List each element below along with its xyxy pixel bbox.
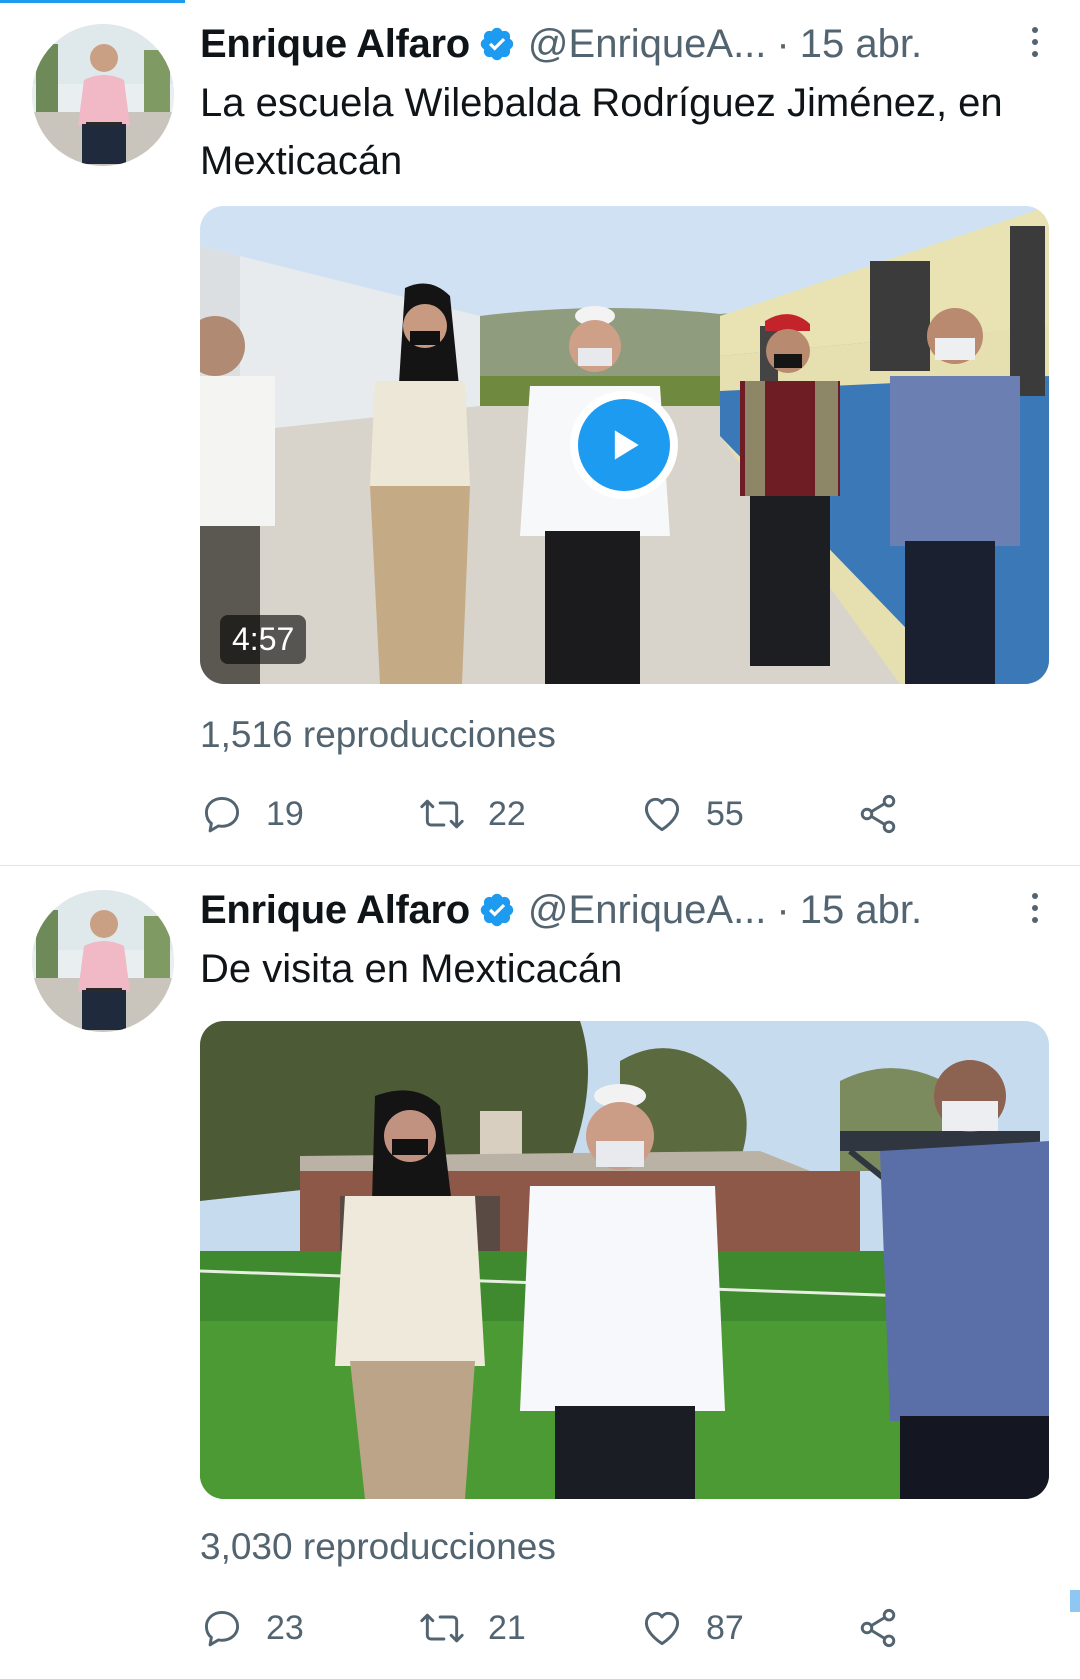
reply-count: 23	[266, 1608, 304, 1647]
avatar[interactable]	[32, 890, 174, 1032]
tweet-text: La escuela Wilebalda Rodríguez Jiménez, …	[200, 81, 1003, 183]
reply-icon	[204, 1610, 240, 1647]
video-player[interactable]: 4:57	[200, 206, 1049, 684]
share-icon	[860, 794, 896, 834]
tweet-header: Enrique Alfaro @EnriqueA... · 15 abr.	[200, 16, 1050, 72]
tweet-actions: 19 22 55	[200, 784, 920, 844]
retweet-icon	[420, 799, 464, 829]
tweet-header: Enrique Alfaro @EnriqueA... · 15 abr.	[200, 882, 1050, 938]
separator-dot: ·	[776, 22, 790, 66]
like-button[interactable]: 55	[640, 784, 744, 844]
user-handle[interactable]: @EnriqueA...	[528, 882, 767, 938]
play-button[interactable]	[570, 391, 678, 499]
tweet-actions: 23 21 87	[200, 1598, 920, 1658]
avatar[interactable]	[32, 24, 174, 166]
avatar-photo	[32, 890, 174, 1032]
verified-badge-icon	[478, 891, 516, 929]
separator-dot: ·	[776, 888, 790, 932]
share-button[interactable]	[856, 1598, 900, 1658]
view-count: 1,516 reproducciones	[200, 714, 556, 755]
tweet-date[interactable]: 15 abr.	[800, 16, 922, 72]
like-count: 55	[706, 794, 744, 833]
heart-icon	[644, 797, 680, 832]
reply-count: 19	[266, 794, 304, 833]
reply-icon	[204, 796, 240, 833]
view-count: 3,030 reproducciones	[200, 1526, 556, 1567]
share-icon	[860, 1608, 896, 1648]
display-name[interactable]: Enrique Alfaro	[200, 882, 470, 938]
retweet-button[interactable]: 22	[418, 784, 526, 844]
retweet-button[interactable]: 21	[418, 1598, 526, 1658]
tweet[interactable]: Enrique Alfaro @EnriqueA... · 15 abr. La…	[0, 0, 1080, 865]
video-player[interactable]	[200, 1021, 1049, 1499]
avatar-photo	[32, 24, 174, 166]
tweet[interactable]: Enrique Alfaro @EnriqueA... · 15 abr. De…	[0, 866, 1080, 1679]
video-thumbnail	[200, 1021, 1049, 1499]
like-button[interactable]: 87	[640, 1598, 744, 1658]
like-count: 87	[706, 1608, 744, 1647]
retweet-count: 21	[488, 1608, 526, 1647]
more-vertical-icon[interactable]	[1020, 888, 1050, 928]
share-button[interactable]	[856, 784, 900, 844]
tweet-text: De visita en Mexticacán	[200, 947, 623, 991]
video-duration: 4:57	[220, 615, 307, 664]
display-name[interactable]: Enrique Alfaro	[200, 16, 470, 72]
reply-button[interactable]: 23	[200, 1598, 304, 1658]
more-vertical-icon[interactable]	[1020, 22, 1050, 62]
verified-badge-icon	[478, 25, 516, 63]
heart-icon	[644, 1611, 680, 1646]
reply-button[interactable]: 19	[200, 784, 304, 844]
user-handle[interactable]: @EnriqueA...	[528, 16, 767, 72]
play-icon	[578, 399, 670, 491]
retweet-count: 22	[488, 794, 526, 833]
tweet-date[interactable]: 15 abr.	[800, 882, 922, 938]
scrollbar-thumb[interactable]	[1070, 1590, 1080, 1612]
retweet-icon	[420, 1613, 464, 1643]
